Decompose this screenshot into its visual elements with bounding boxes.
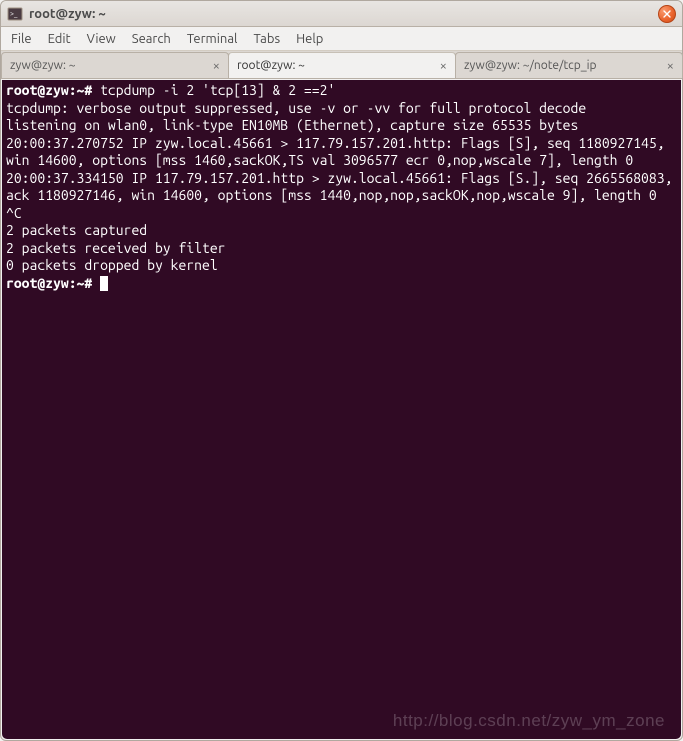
svg-text:>_: >_: [10, 10, 18, 18]
tab-label: root@zyw: ~: [237, 59, 434, 72]
menu-terminal[interactable]: Terminal: [179, 30, 246, 48]
shell-trail: [92, 275, 100, 291]
menu-tabs[interactable]: Tabs: [245, 30, 288, 48]
shell-prompt: root@zyw:~#: [6, 275, 92, 291]
window-title: root@zyw: ~: [29, 7, 106, 21]
window-close-button[interactable]: [658, 5, 676, 23]
tab-1[interactable]: zyw@zyw: ~ ×: [1, 52, 229, 78]
shell-prompt: root@zyw:~#: [6, 82, 92, 98]
close-icon[interactable]: ×: [207, 59, 220, 73]
text-cursor: [100, 276, 108, 291]
menu-search[interactable]: Search: [124, 30, 179, 48]
tab-3[interactable]: zyw@zyw: ~/note/tcp_ip ×: [455, 52, 683, 78]
menu-file[interactable]: File: [3, 30, 40, 48]
menu-edit[interactable]: Edit: [40, 30, 79, 48]
watermark-text: http://blog.csdn.net/zyw_ym_zone: [393, 712, 665, 730]
menu-view[interactable]: View: [79, 30, 124, 48]
menu-help[interactable]: Help: [288, 30, 331, 48]
terminal-viewport[interactable]: root@zyw:~# tcpdump -i 2 'tcp[13] & 2 ==…: [2, 80, 681, 739]
close-icon[interactable]: ×: [661, 59, 674, 73]
tab-2[interactable]: root@zyw: ~ ×: [228, 52, 456, 78]
menu-bar: File Edit View Search Terminal Tabs Help: [1, 27, 682, 51]
window-titlebar: >_ root@zyw: ~: [1, 1, 682, 27]
tab-label: zyw@zyw: ~/note/tcp_ip: [464, 59, 661, 72]
tab-label: zyw@zyw: ~: [10, 59, 207, 72]
shell-command: tcpdump -i 2 'tcp[13] & 2 ==2': [92, 82, 335, 98]
tab-bar: zyw@zyw: ~ × root@zyw: ~ × zyw@zyw: ~/no…: [1, 51, 682, 79]
close-icon[interactable]: ×: [434, 59, 447, 73]
terminal-app-icon: >_: [7, 6, 23, 22]
terminal-output: tcpdump: verbose output suppressed, use …: [6, 100, 680, 274]
